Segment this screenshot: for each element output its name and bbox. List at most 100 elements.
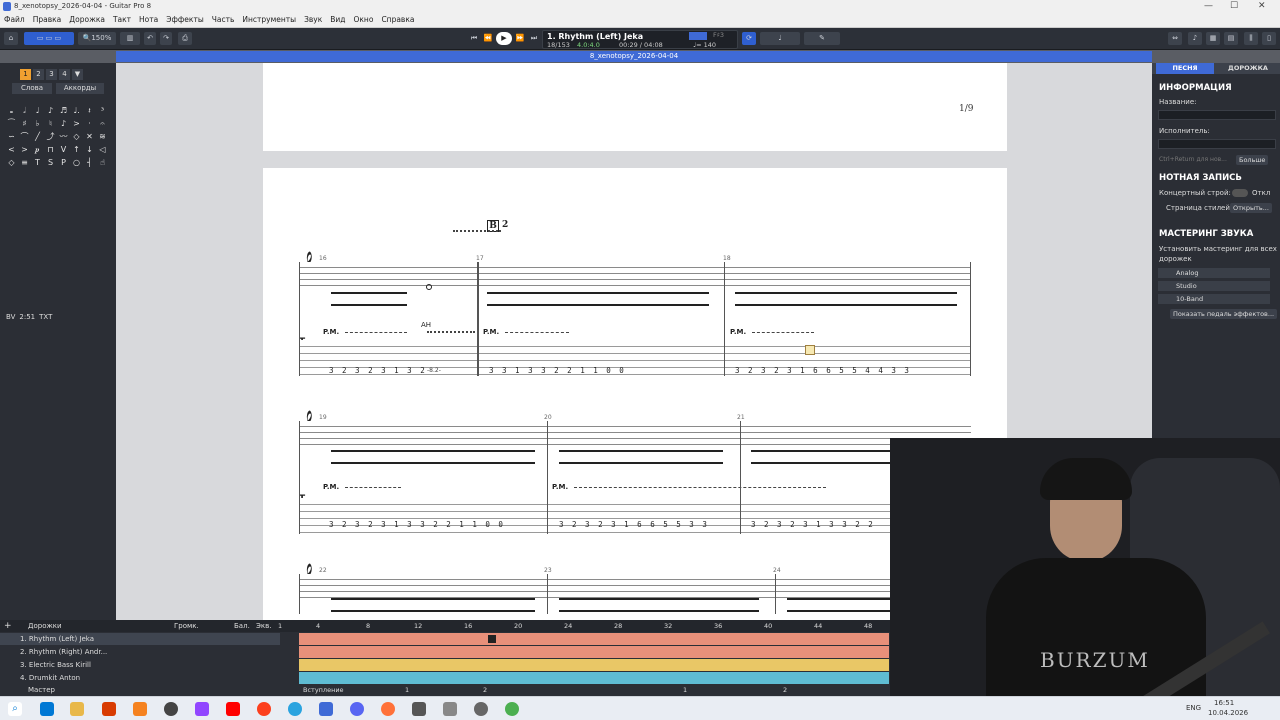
pop-icon[interactable]: P [58, 157, 69, 168]
print-icon[interactable]: ⎙ [178, 32, 192, 45]
tab-bar-20[interactable]: 3 2 3 2 3 1 6 6 5 5 3 3 [559, 520, 709, 529]
barre-icon[interactable]: ┤ [84, 157, 95, 168]
show-pedal-button[interactable]: Показать педаль эффектов... [1170, 309, 1278, 319]
tap-icon[interactable]: T [32, 157, 43, 168]
panel-icon[interactable]: ▯ [1262, 32, 1276, 45]
finger-icon[interactable]: ☝ [97, 157, 108, 168]
effect-studio[interactable]: Studio [1158, 281, 1270, 291]
volume-swell-icon[interactable]: ◇ [6, 157, 17, 168]
artist-field[interactable] [1158, 139, 1276, 149]
language-indicator[interactable]: ENG [1186, 704, 1201, 712]
app-icon-4[interactable] [443, 702, 457, 716]
menu-bar[interactable]: Такт [109, 14, 135, 24]
let-ring-icon[interactable]: ∽ [6, 131, 17, 142]
keyboard-icon[interactable]: ▤ [1224, 32, 1238, 45]
discord-icon[interactable] [350, 702, 364, 716]
menu-help[interactable]: Справка [377, 14, 418, 24]
menu-effects[interactable]: Эффекты [162, 14, 208, 24]
quarter-note-icon[interactable]: ♩ [32, 105, 43, 116]
menu-note[interactable]: Нота [135, 14, 162, 24]
twitch-icon[interactable] [195, 702, 209, 716]
voice-tab-4[interactable]: 4 [59, 69, 70, 80]
section-2b[interactable]: 2 [783, 685, 787, 695]
yandex-icon[interactable] [257, 702, 271, 716]
section-2[interactable]: 2 [483, 685, 487, 695]
cursor-box[interactable] [805, 345, 815, 355]
search-icon[interactable]: ⌕ [8, 702, 22, 716]
vibrato-icon[interactable]: 〰 [58, 131, 69, 142]
song-name-field[interactable] [1158, 110, 1276, 120]
track-row-2[interactable]: 2. Rhythm (Right) Andr... [0, 646, 280, 658]
guitar-pro-icon[interactable] [319, 702, 333, 716]
crescendo-icon[interactable]: < [6, 144, 17, 155]
settings-icon[interactable] [474, 702, 488, 716]
pick-up-icon[interactable]: V [58, 144, 69, 155]
accent-icon[interactable]: > [71, 118, 82, 129]
rasgueado-icon[interactable]: ≡ [19, 157, 30, 168]
track-4-timeline[interactable] [299, 672, 889, 684]
youtube-icon[interactable] [226, 702, 240, 716]
decrescendo-icon[interactable]: > [19, 144, 30, 155]
lyrics-button[interactable]: Слова [12, 83, 52, 94]
track-row-1[interactable]: 1. Rhythm (Left) Jeka [0, 633, 280, 645]
redo-icon[interactable]: ↷ [160, 32, 172, 45]
fade-icon[interactable]: ◁ [97, 144, 108, 155]
pick-down-icon[interactable]: ⊓ [45, 144, 56, 155]
bv-icon[interactable]: BV [6, 313, 15, 321]
menu-sound[interactable]: Звук [300, 14, 326, 24]
tremolo-icon[interactable]: ≋ [97, 131, 108, 142]
tie-icon[interactable]: ⁀ [6, 118, 17, 129]
note-beams[interactable] [487, 292, 709, 306]
note-beams[interactable] [331, 292, 407, 306]
app-icon-3[interactable] [412, 702, 426, 716]
note-beams[interactable] [331, 450, 535, 464]
note-beams[interactable] [735, 292, 957, 306]
dotted-note-icon[interactable]: ♩. [71, 105, 82, 116]
view-mode-buttons[interactable]: ▭ ▭ ▭ [24, 32, 74, 45]
tab-bar-21[interactable]: 3 2 3 2 3 1 3 3 2 2 [751, 520, 875, 529]
document-tab[interactable]: 8_xenotopsy_2026-04-04 [116, 51, 1152, 62]
sixteenth-note-icon[interactable]: ♬ [58, 105, 69, 116]
file-explorer-icon[interactable] [70, 702, 84, 716]
staccato-icon[interactable]: · [84, 118, 95, 129]
grace-note-icon[interactable]: ♪ [58, 118, 69, 129]
guitar-icon[interactable]: ♪ [1188, 32, 1202, 45]
obs-icon[interactable] [164, 702, 178, 716]
clock-date[interactable]: 10.04.2026 [1208, 709, 1248, 717]
menu-file[interactable]: Файл [0, 14, 29, 24]
rest-icon[interactable]: 𝄽 [84, 105, 95, 116]
clock-time[interactable]: 16:51 [1214, 699, 1234, 707]
more-button[interactable]: Больше [1236, 155, 1269, 165]
track-1-timeline[interactable] [299, 633, 889, 645]
tab-bar-16[interactable]: 3 2 3 2 3 1 3 2 [329, 366, 427, 375]
tab-track[interactable]: ДОРОЖКА [1218, 63, 1278, 74]
open-stylesheet-button[interactable]: Открыть... [1230, 203, 1272, 213]
filter-icon[interactable]: ▼ [72, 69, 83, 80]
add-track-icon[interactable]: + [4, 621, 12, 631]
staff-row-1[interactable] [299, 262, 971, 286]
staff-row-3[interactable] [299, 574, 971, 598]
hammer-on-icon[interactable]: ⌒ [19, 131, 30, 142]
close-icon[interactable]: ✕ [1258, 1, 1266, 11]
menu-window[interactable]: Окно [350, 14, 378, 24]
slide-icon[interactable]: ╱ [32, 131, 43, 142]
text-icon[interactable]: TXT [39, 313, 52, 321]
wah-icon[interactable]: ○ [71, 157, 82, 168]
pencil-icon[interactable]: ✎ [804, 32, 840, 45]
menu-track[interactable]: Дорожка [65, 14, 109, 24]
voice-tab-3[interactable]: 3 [46, 69, 57, 80]
flat-icon[interactable]: ♭ [32, 118, 43, 129]
note-beams[interactable] [559, 450, 723, 464]
effect-analog[interactable]: Analog [1158, 268, 1270, 278]
section-intro[interactable]: Вступление [303, 685, 344, 695]
loop-icon[interactable]: ⟳ [742, 32, 756, 45]
voice-tab-1[interactable]: 1 [20, 69, 31, 80]
menu-view[interactable]: Вид [326, 14, 349, 24]
minimize-icon[interactable]: — [1204, 1, 1213, 11]
undo-icon[interactable]: ↶ [144, 32, 156, 45]
chords-button[interactable]: Аккорды [56, 83, 104, 94]
firefox-icon[interactable] [381, 702, 395, 716]
first-bar-icon[interactable]: ⏮ [468, 32, 480, 45]
staff-row-2[interactable] [299, 421, 971, 445]
harmonic-icon[interactable]: ◇ [71, 131, 82, 142]
